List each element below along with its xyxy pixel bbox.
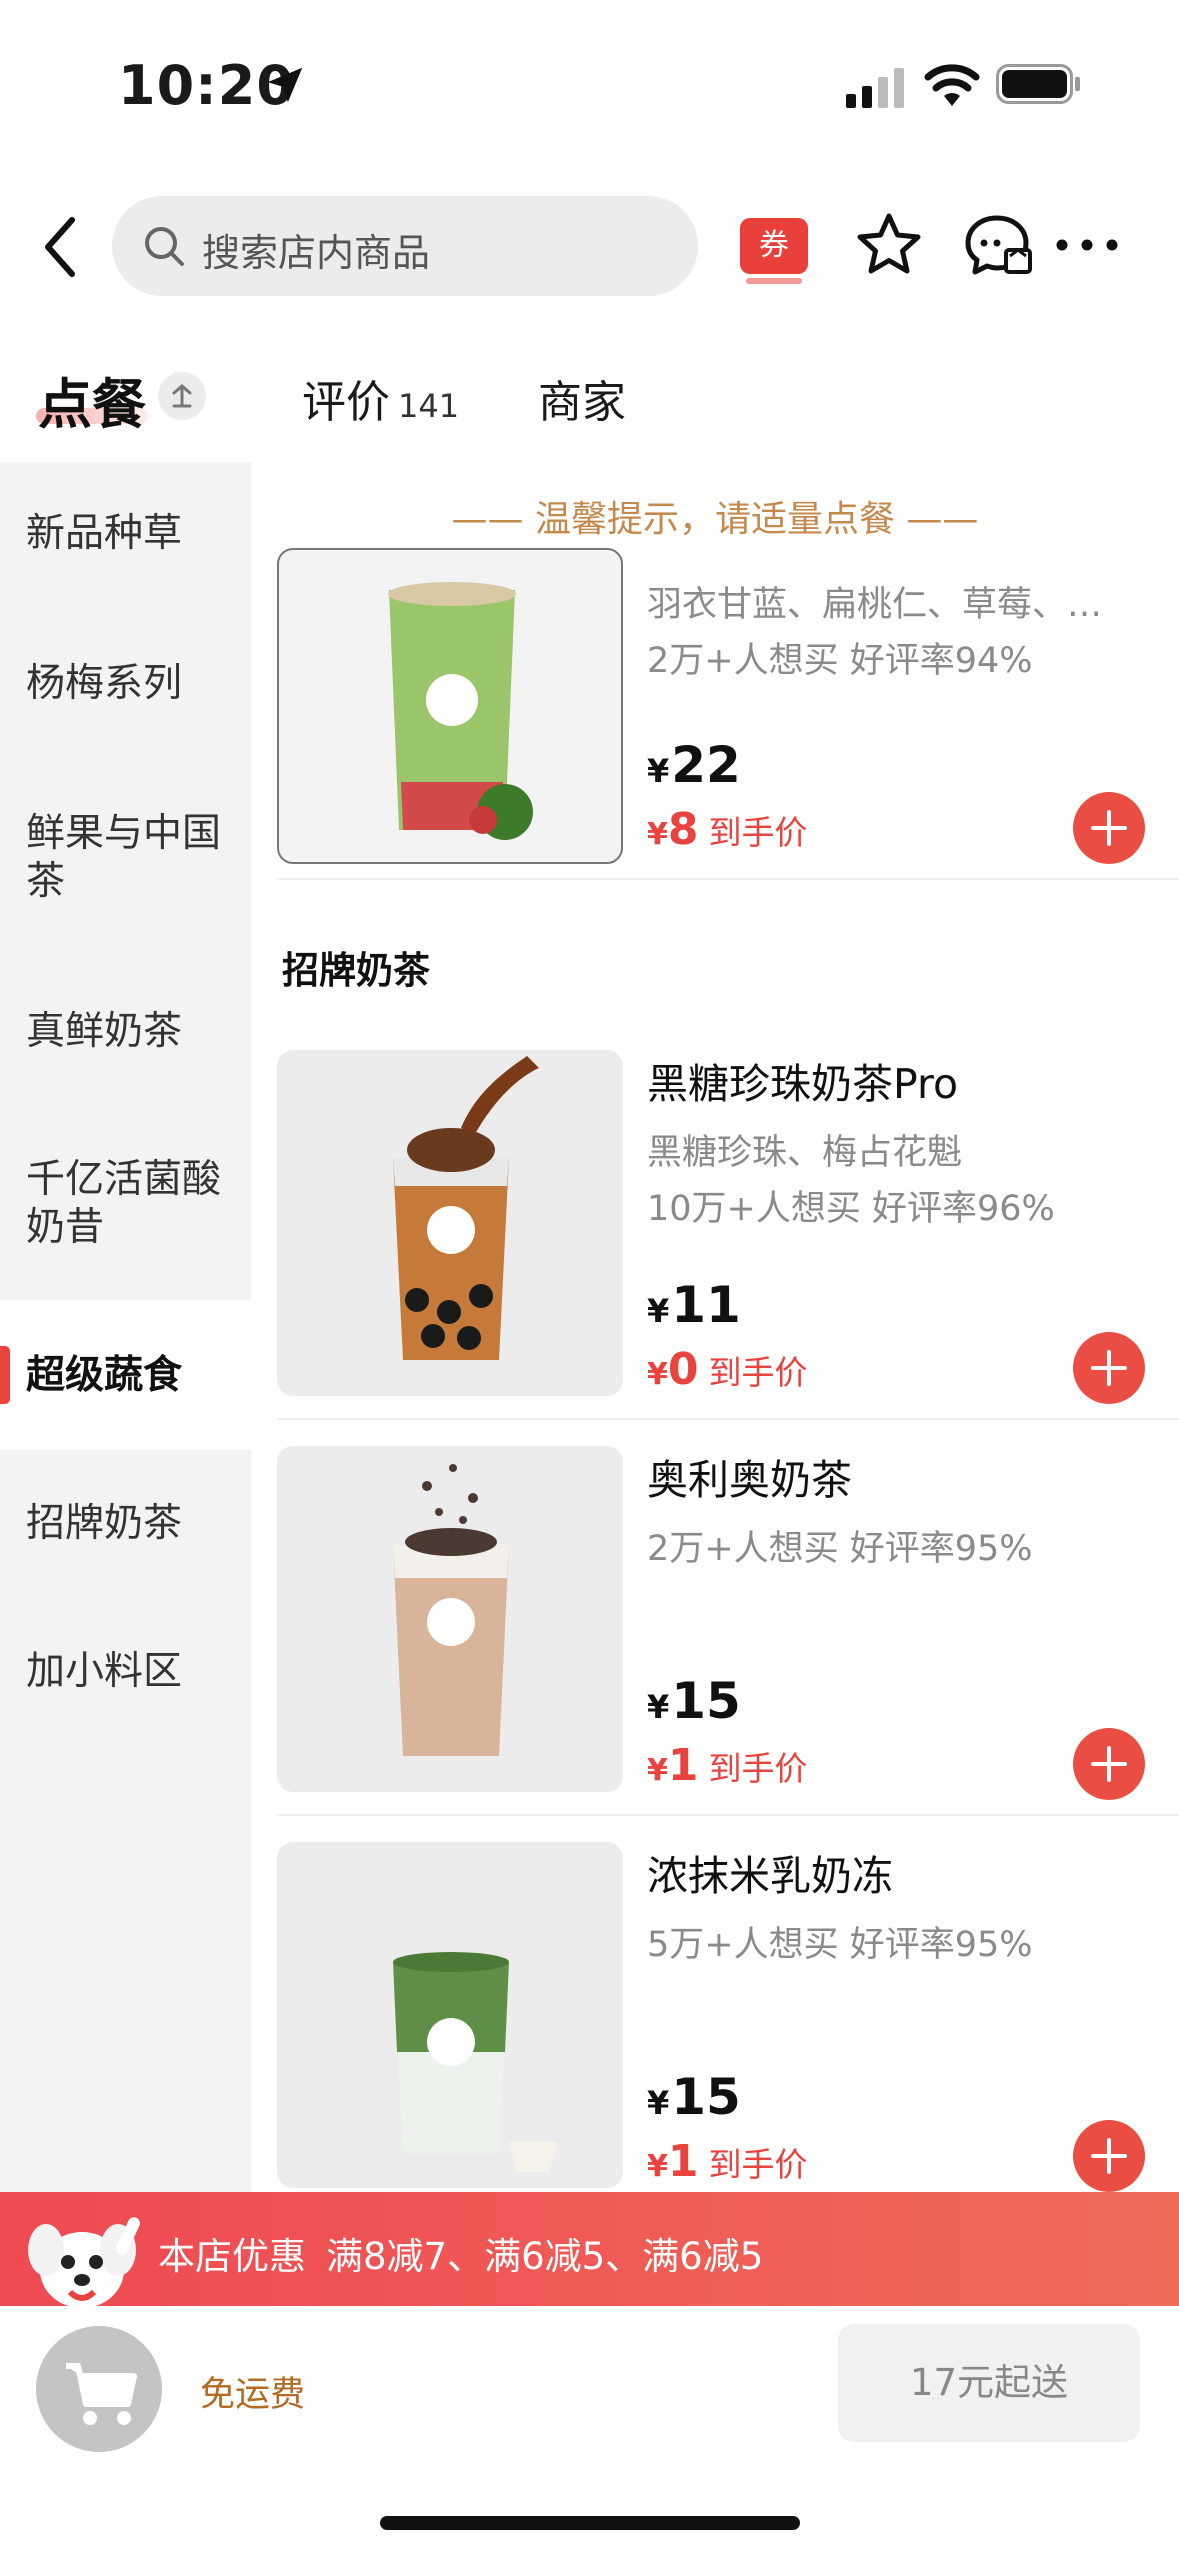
product-image <box>277 1050 623 1396</box>
sidebar-item-bayberry[interactable]: 杨梅系列 <box>0 660 251 708</box>
review-count: 141 <box>398 387 460 425</box>
wifi-icon <box>924 64 980 106</box>
drink-cup-illustration <box>393 1056 539 1360</box>
add-to-cart-button[interactable] <box>1073 2120 1145 2192</box>
product-price: ¥15 <box>647 1672 741 1730</box>
sidebar-item-signature-milk-tea[interactable]: 招牌奶茶 <box>0 1500 251 1548</box>
product-name: 黑糖珍珠奶茶Pro <box>647 1060 959 1108</box>
sidebar-item-new[interactable]: 新品种草 <box>0 510 251 558</box>
search-icon <box>145 227 184 266</box>
product-deal-price: ¥1 到手价 <box>647 1740 808 1791</box>
product-card[interactable]: 奥利奥奶茶 2万+人想买 好评率95% ¥15 ¥1 到手价 <box>251 1446 1179 1842</box>
search-placeholder: 搜索店内商品 <box>202 231 431 275</box>
drink-cup-illustration <box>388 582 533 840</box>
mascot-dog-icon <box>28 2217 140 2308</box>
battery-icon <box>996 64 1080 104</box>
reminder-tip: —— 温馨提示，请适量点餐 —— <box>451 499 979 540</box>
add-to-cart-button[interactable] <box>1073 792 1145 864</box>
product-price: ¥15 <box>647 2068 741 2126</box>
tab-review-label: 评价 <box>302 377 390 428</box>
product-deal-price: ¥0 到手价 <box>647 1344 808 1395</box>
add-to-cart-button[interactable] <box>1073 1728 1145 1800</box>
sidebar-item-yogurt-shake[interactable]: 千亿活菌酸奶昔 <box>0 1156 232 1252</box>
back-button[interactable] <box>36 212 86 282</box>
product-image <box>277 548 623 864</box>
product-stats: 10万+人想买 好评率96% <box>647 1189 1055 1229</box>
promo-label: 本店优惠 <box>158 2235 306 2278</box>
cellular-signal-icon <box>846 68 904 108</box>
tab-review[interactable]: 评价 141 <box>302 366 459 430</box>
free-shipping-label: 免运费 <box>200 2375 306 2415</box>
more-options-button[interactable] <box>1054 230 1120 260</box>
favorite-star-button[interactable] <box>854 210 924 280</box>
chat-button[interactable] <box>962 212 1032 280</box>
promo-text: 满8减7、满6减5、满6减5 <box>326 2235 764 2278</box>
product-card[interactable]: 黑糖珍珠奶茶Pro 黑糖珍珠、梅占花魁 10万+人想买 好评率96% ¥11 ¥… <box>251 1050 1179 1446</box>
product-stats: 5万+人想买 好评率95% <box>647 1925 1033 1965</box>
section-title: 招牌奶茶 <box>282 949 430 992</box>
drink-cup-illustration <box>393 1464 509 1756</box>
cart-button[interactable] <box>36 2326 162 2452</box>
sidebar-item-toppings[interactable]: 加小料区 <box>0 1648 251 1696</box>
product-desc: 黑糖珍珠、梅占花魁 <box>647 1133 963 1173</box>
sidebar-item-fruit-tea[interactable]: 鲜果与中国茶 <box>0 810 232 906</box>
sidebar-active-marker <box>0 1346 10 1404</box>
add-to-cart-button[interactable] <box>1073 1332 1145 1404</box>
drink-cup-illustration <box>393 1952 557 2172</box>
product-name: 奥利奥奶茶 <box>647 1456 852 1504</box>
product-stats: 2万+人想买 好评率95% <box>647 1529 1033 1569</box>
coupon-button[interactable]: 券 <box>740 218 808 284</box>
product-stats: 2万+人想买 好评率94% <box>647 641 1033 681</box>
product-name: 浓抹米乳奶冻 <box>647 1852 893 1900</box>
sidebar-item-fresh-milk-tea[interactable]: 真鲜奶茶 <box>0 1008 251 1056</box>
product-card[interactable]: 浓抹米乳奶冻 5万+人想买 好评率95% ¥15 ¥1 到手价 <box>251 1842 1179 2192</box>
divider <box>277 1814 1179 1816</box>
product-image <box>277 1842 623 2188</box>
home-indicator <box>380 2516 800 2530</box>
product-price: ¥11 <box>647 1276 741 1334</box>
product-deal-price: ¥8 到手价 <box>647 804 808 855</box>
search-input[interactable]: 搜索店内商品 <box>112 196 698 296</box>
product-desc: 羽衣甘蓝、扁桃仁、草莓、… <box>647 585 1103 625</box>
location-arrow-icon <box>267 67 303 103</box>
divider <box>277 1418 1179 1420</box>
tab-order[interactable]: 点餐 <box>38 360 146 439</box>
collapse-arrow-icon[interactable] <box>158 372 206 420</box>
divider <box>277 878 1179 880</box>
product-card[interactable]: 羽衣甘蓝、扁桃仁、草莓、… 2万+人想买 好评率94% ¥22 ¥8 到手价 <box>251 548 1179 880</box>
tab-merchant[interactable]: 商家 <box>538 366 626 430</box>
status-bar: 10:20 <box>0 0 1179 170</box>
product-price: ¥22 <box>647 736 741 794</box>
product-deal-price: ¥1 到手价 <box>647 2136 808 2187</box>
min-order-button[interactable]: 17元起送 <box>838 2324 1140 2442</box>
sidebar-item-super-veg-label[interactable]: 超级蔬食 <box>0 1352 251 1400</box>
product-image <box>277 1446 623 1792</box>
